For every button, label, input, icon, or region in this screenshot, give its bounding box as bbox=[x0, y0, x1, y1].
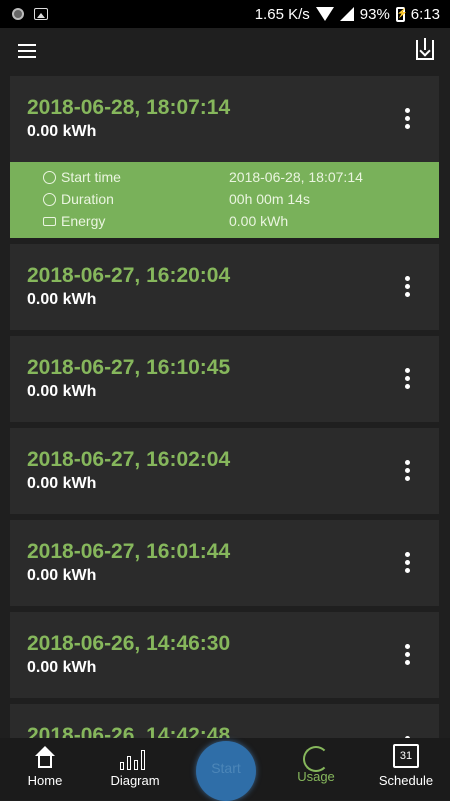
session-date: 2018-06-26, 14:46:30 bbox=[27, 632, 231, 655]
detail-row-energy: Energy 0.00 kWh bbox=[10, 210, 439, 232]
session-header[interactable]: 2018-06-27, 16:20:04 0.00 kWh bbox=[10, 244, 439, 330]
bar-chart-icon bbox=[120, 746, 150, 770]
nav-diagram[interactable]: Diagram bbox=[98, 738, 172, 800]
more-options-icon[interactable] bbox=[405, 368, 411, 392]
home-icon bbox=[33, 746, 57, 768]
list-item[interactable]: 2018-06-27, 16:10:45 0.00 kWh bbox=[10, 336, 439, 422]
session-date: 2018-06-27, 16:01:44 bbox=[27, 540, 231, 563]
list-item[interactable]: 2018-06-27, 16:20:04 0.00 kWh bbox=[10, 244, 439, 330]
network-speed: 1.65 K/s bbox=[254, 5, 310, 23]
menu-icon[interactable] bbox=[18, 44, 36, 58]
signal-icon bbox=[339, 7, 354, 21]
gallery-icon bbox=[34, 8, 48, 20]
more-options-icon[interactable] bbox=[405, 644, 411, 668]
nav-home[interactable]: Home bbox=[10, 738, 80, 800]
session-energy: 0.00 kWh bbox=[27, 383, 97, 400]
detail-label: Energy bbox=[61, 213, 106, 229]
session-energy: 0.00 kWh bbox=[27, 123, 97, 140]
nav-usage[interactable]: Usage bbox=[280, 738, 352, 800]
session-date: 2018-06-27, 16:10:45 bbox=[27, 356, 231, 379]
nav-label: Diagram bbox=[110, 773, 160, 788]
status-bar: 1.65 K/s 93% 6:13 bbox=[0, 0, 450, 28]
detail-label: Start time bbox=[61, 169, 121, 185]
session-date: 2018-06-27, 16:20:04 bbox=[27, 264, 231, 287]
session-energy: 0.00 kWh bbox=[27, 567, 97, 584]
battery-percent: 93% bbox=[359, 5, 390, 23]
session-header[interactable]: 2018-06-26, 14:46:30 0.00 kWh bbox=[10, 612, 439, 698]
more-options-icon[interactable] bbox=[405, 276, 411, 300]
session-header[interactable]: 2018-06-27, 16:10:45 0.00 kWh bbox=[10, 336, 439, 422]
detail-row-start: Start time 2018-06-28, 18:07:14 bbox=[10, 166, 439, 188]
list-item[interactable]: 2018-06-26, 14:46:30 0.00 kWh bbox=[10, 612, 439, 698]
battery-icon bbox=[395, 6, 408, 22]
nav-label: Schedule bbox=[378, 773, 434, 788]
wifi-icon bbox=[315, 7, 334, 21]
session-header[interactable]: 2018-06-27, 16:01:44 0.00 kWh bbox=[10, 520, 439, 606]
session-date: 2018-06-26, 14:42:48 bbox=[27, 724, 231, 738]
session-energy: 0.00 kWh bbox=[27, 475, 97, 492]
list-item[interactable]: 2018-06-27, 16:01:44 0.00 kWh bbox=[10, 520, 439, 606]
clock: 6:13 bbox=[410, 5, 440, 23]
detail-value: 2018-06-28, 18:07:14 bbox=[229, 169, 363, 185]
notification-dot-icon bbox=[12, 8, 24, 20]
detail-row-duration: Duration 00h 00m 14s bbox=[10, 188, 439, 210]
session-header[interactable]: 2018-06-27, 16:02:04 0.00 kWh bbox=[10, 428, 439, 514]
clock-icon bbox=[43, 170, 56, 184]
session-header[interactable]: 2018-06-26, 14:42:48 bbox=[10, 704, 439, 738]
detail-label: Duration bbox=[61, 191, 114, 207]
detail-value: 00h 00m 14s bbox=[229, 191, 310, 207]
more-options-icon[interactable] bbox=[405, 460, 411, 484]
more-options-icon[interactable] bbox=[405, 552, 411, 576]
session-date: 2018-06-28, 18:07:14 bbox=[27, 96, 231, 119]
list-item[interactable]: 2018-06-28, 18:07:14 0.00 kWh Start time… bbox=[10, 76, 439, 238]
list-item[interactable]: 2018-06-27, 16:02:04 0.00 kWh bbox=[10, 428, 439, 514]
session-details: Start time 2018-06-28, 18:07:14 Duration… bbox=[10, 162, 439, 238]
session-header[interactable]: 2018-06-28, 18:07:14 0.00 kWh bbox=[10, 76, 439, 162]
session-energy: 0.00 kWh bbox=[27, 659, 97, 676]
calendar-icon: 31 bbox=[393, 744, 419, 768]
energy-icon bbox=[43, 216, 56, 226]
session-energy: 0.00 kWh bbox=[27, 291, 97, 308]
session-date: 2018-06-27, 16:02:04 bbox=[27, 448, 231, 471]
duration-icon bbox=[43, 192, 56, 206]
nav-label: Usage bbox=[297, 769, 335, 784]
nav-schedule[interactable]: 31 Schedule bbox=[370, 738, 442, 800]
detail-value: 0.00 kWh bbox=[229, 213, 289, 229]
start-button[interactable]: Start bbox=[196, 741, 256, 801]
nav-label: Home bbox=[27, 773, 63, 788]
more-options-icon[interactable] bbox=[405, 108, 411, 132]
session-list[interactable]: 2018-06-28, 18:07:14 0.00 kWh Start time… bbox=[10, 76, 439, 738]
download-icon[interactable] bbox=[416, 38, 434, 60]
list-item[interactable]: 2018-06-26, 14:42:48 bbox=[10, 704, 439, 738]
app-bar bbox=[0, 28, 450, 74]
